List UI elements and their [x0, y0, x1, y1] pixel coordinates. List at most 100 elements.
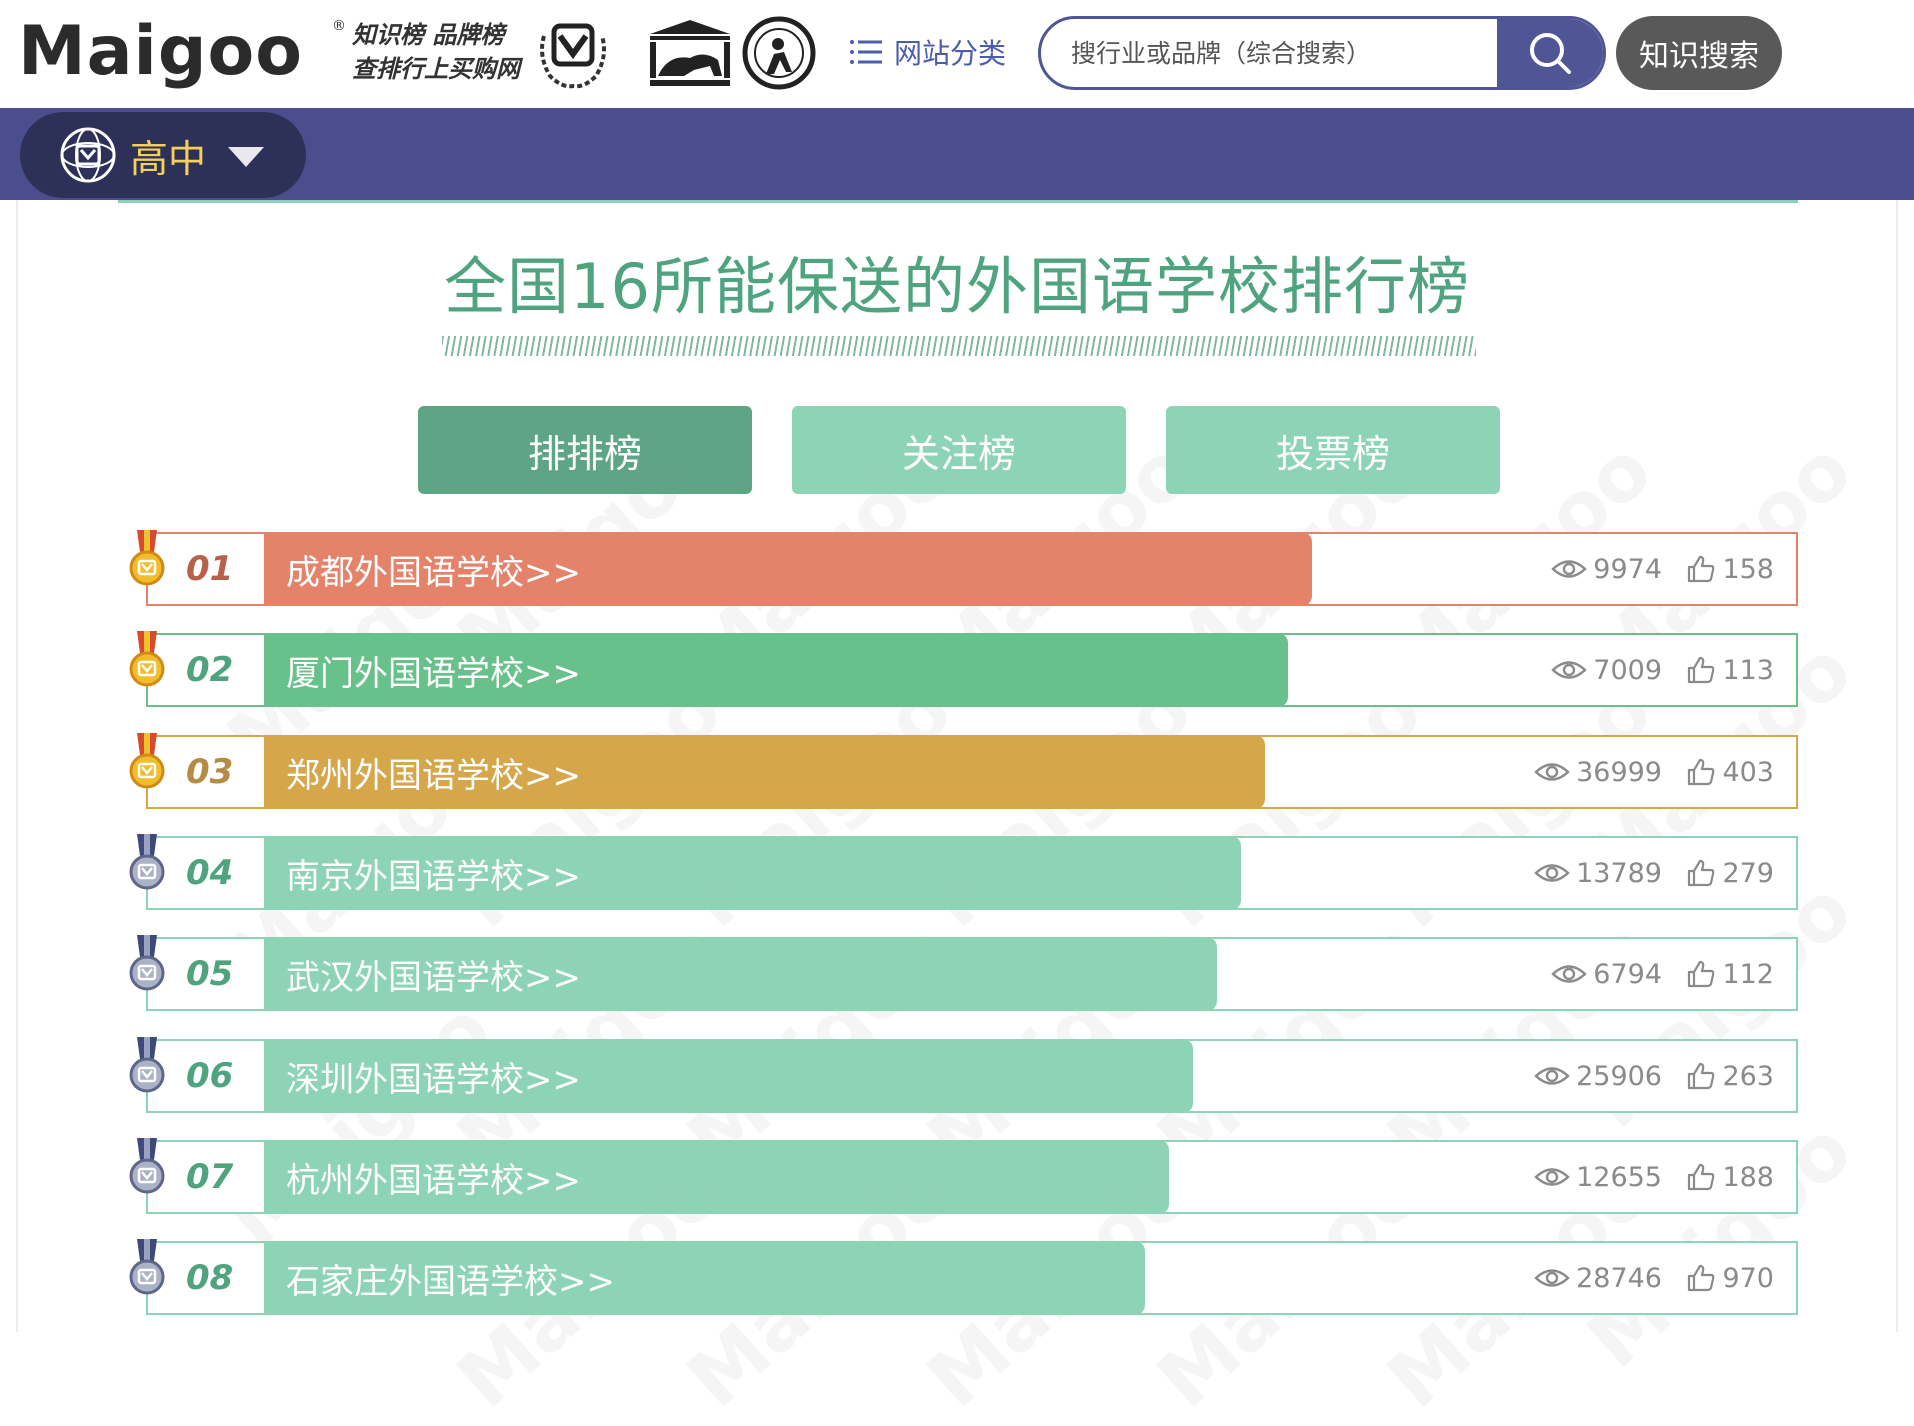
school-bar[interactable]: 郑州外国语学校>> [264, 735, 1265, 809]
rank-number: 08 [186, 1258, 234, 1298]
search-icon [1530, 33, 1571, 74]
site-category-nav[interactable]: 网站分类 [848, 30, 1006, 74]
search-button[interactable] [1497, 19, 1603, 87]
thumbs-up-icon [1688, 656, 1715, 684]
silver-medal-icon [129, 1239, 165, 1295]
thumbs-up-icon [1688, 1264, 1715, 1292]
eye-icon [1534, 864, 1570, 882]
category-label: 高中 [130, 136, 207, 181]
view-count-value: 36999 [1576, 756, 1662, 788]
silver-medal-icon [129, 935, 165, 991]
like-count[interactable]: 113 [1686, 635, 1774, 705]
like-count-value: 970 [1722, 1262, 1774, 1294]
like-count[interactable]: 263 [1686, 1041, 1774, 1111]
maigoo-emblem-icon [60, 127, 116, 183]
thumbs-up-icon [1688, 1163, 1715, 1191]
ranking-row[interactable]: 05 武汉外国语学校>> 6794 112 [146, 937, 1798, 1011]
like-count-value: 158 [1722, 553, 1774, 585]
like-count[interactable]: 970 [1686, 1243, 1774, 1313]
view-count-value: 12655 [1576, 1161, 1662, 1193]
gold-medal-icon [129, 631, 165, 687]
view-count: 13789 [1534, 838, 1662, 908]
tab-ranking[interactable]: 排排榜 [418, 406, 752, 494]
category-dropdown[interactable]: 高中 [20, 112, 306, 198]
view-count-value: 25906 [1576, 1060, 1662, 1092]
ranking-row[interactable]: 07 杭州外国语学校>> 12655 188 [146, 1140, 1798, 1214]
content-top-rule [118, 200, 1798, 203]
laurel-badge-icon [540, 23, 606, 89]
site-logo[interactable]: Maigoo [18, 8, 303, 96]
content-border-left [16, 200, 18, 1332]
school-name-link[interactable]: 南京外国语学校>> [286, 836, 581, 910]
thumbs-up-icon [1688, 859, 1715, 887]
silver-medal-icon [129, 1037, 165, 1093]
silver-medal-icon [129, 834, 165, 890]
ranking-row[interactable]: 01 成都外国语学校>> 9974 158 [146, 532, 1798, 606]
school-name-link[interactable]: 武汉外国语学校>> [286, 937, 581, 1011]
view-count: 12655 [1534, 1142, 1662, 1212]
school-bar[interactable]: 成都外国语学校>> [264, 532, 1312, 606]
slogan-line-1: 知识榜 品牌榜 [352, 21, 505, 49]
like-count-value: 403 [1722, 756, 1774, 788]
rank-number: 02 [186, 650, 234, 690]
ranking-row[interactable]: 08 石家庄外国语学校>> 28746 970 [146, 1241, 1798, 1315]
school-name-link[interactable]: 郑州外国语学校>> [286, 735, 581, 809]
list-icon [850, 40, 882, 64]
school-bar[interactable]: 武汉外国语学校>> [264, 937, 1217, 1011]
search-input[interactable] [1071, 19, 1531, 87]
like-count-value: 263 [1722, 1060, 1774, 1092]
gold-medal-icon [129, 530, 165, 586]
rank-number: 05 [186, 954, 234, 994]
eye-icon [1551, 661, 1588, 679]
thumbs-up-icon [1688, 758, 1715, 786]
eye-icon [1534, 1168, 1570, 1186]
school-name-link[interactable]: 深圳外国语学校>> [286, 1039, 581, 1113]
slogan-line-2: 查排行上买购网 [352, 55, 520, 83]
view-count: 25906 [1534, 1041, 1662, 1111]
school-name-link[interactable]: 厦门外国语学校>> [286, 633, 581, 707]
eye-icon [1551, 560, 1588, 578]
like-count-value: 279 [1722, 857, 1774, 889]
eye-icon [1534, 763, 1570, 781]
like-count[interactable]: 403 [1686, 737, 1774, 807]
school-bar[interactable]: 杭州外国语学校>> [264, 1140, 1169, 1214]
view-count: 9974 [1551, 534, 1662, 604]
like-count[interactable]: 279 [1686, 838, 1774, 908]
like-count[interactable]: 112 [1686, 939, 1774, 1009]
like-count[interactable]: 188 [1686, 1142, 1774, 1212]
school-bar[interactable]: 石家庄外国语学校>> [264, 1241, 1145, 1315]
view-count: 6794 [1551, 939, 1662, 1009]
view-count-value: 9974 [1593, 553, 1662, 585]
silver-medal-icon [129, 1138, 165, 1194]
ranking-row[interactable]: 04 南京外国语学校>> 13789 279 [146, 836, 1798, 910]
thumbs-up-icon [1688, 555, 1715, 583]
title-underline-hatch [442, 336, 1476, 356]
tab-attention[interactable]: 关注榜 [792, 406, 1126, 494]
school-name-link[interactable]: 石家庄外国语学校>> [286, 1241, 615, 1315]
museum-badge-icon [650, 20, 730, 86]
view-count: 7009 [1551, 635, 1662, 705]
page-title: 全国16所能保送的外国语学校排行榜 [444, 250, 1470, 323]
school-name-link[interactable]: 成都外国语学校>> [286, 532, 581, 606]
like-count-value: 112 [1722, 958, 1774, 990]
school-bar[interactable]: 南京外国语学校>> [264, 836, 1241, 910]
school-name-link[interactable]: 杭州外国语学校>> [286, 1140, 581, 1214]
ranking-row[interactable]: 03 郑州外国语学校>> 36999 403 [146, 735, 1798, 809]
like-count-value: 113 [1722, 654, 1774, 686]
ranking-row[interactable]: 02 厦门外国语学校>> 7009 113 [146, 633, 1798, 707]
eye-icon [1534, 1269, 1570, 1287]
watermark-text: Maigoo [210, 984, 510, 1266]
tab-votes[interactable]: 投票榜 [1166, 406, 1500, 494]
view-count-value: 7009 [1593, 654, 1662, 686]
view-count-value: 28746 [1576, 1262, 1662, 1294]
view-count-value: 13789 [1576, 857, 1662, 889]
ranking-row[interactable]: 06 深圳外国语学校>> 25906 263 [146, 1039, 1798, 1113]
school-bar[interactable]: 深圳外国语学校>> [264, 1039, 1193, 1113]
search-box [1038, 16, 1606, 90]
rank-number: 06 [186, 1056, 234, 1096]
school-bar[interactable]: 厦门外国语学校>> [264, 633, 1288, 707]
knowledge-search-button[interactable]: 知识搜索 [1616, 16, 1782, 90]
gold-medal-icon [129, 733, 165, 789]
like-count[interactable]: 158 [1686, 534, 1774, 604]
thumbs-up-icon [1688, 1062, 1715, 1090]
